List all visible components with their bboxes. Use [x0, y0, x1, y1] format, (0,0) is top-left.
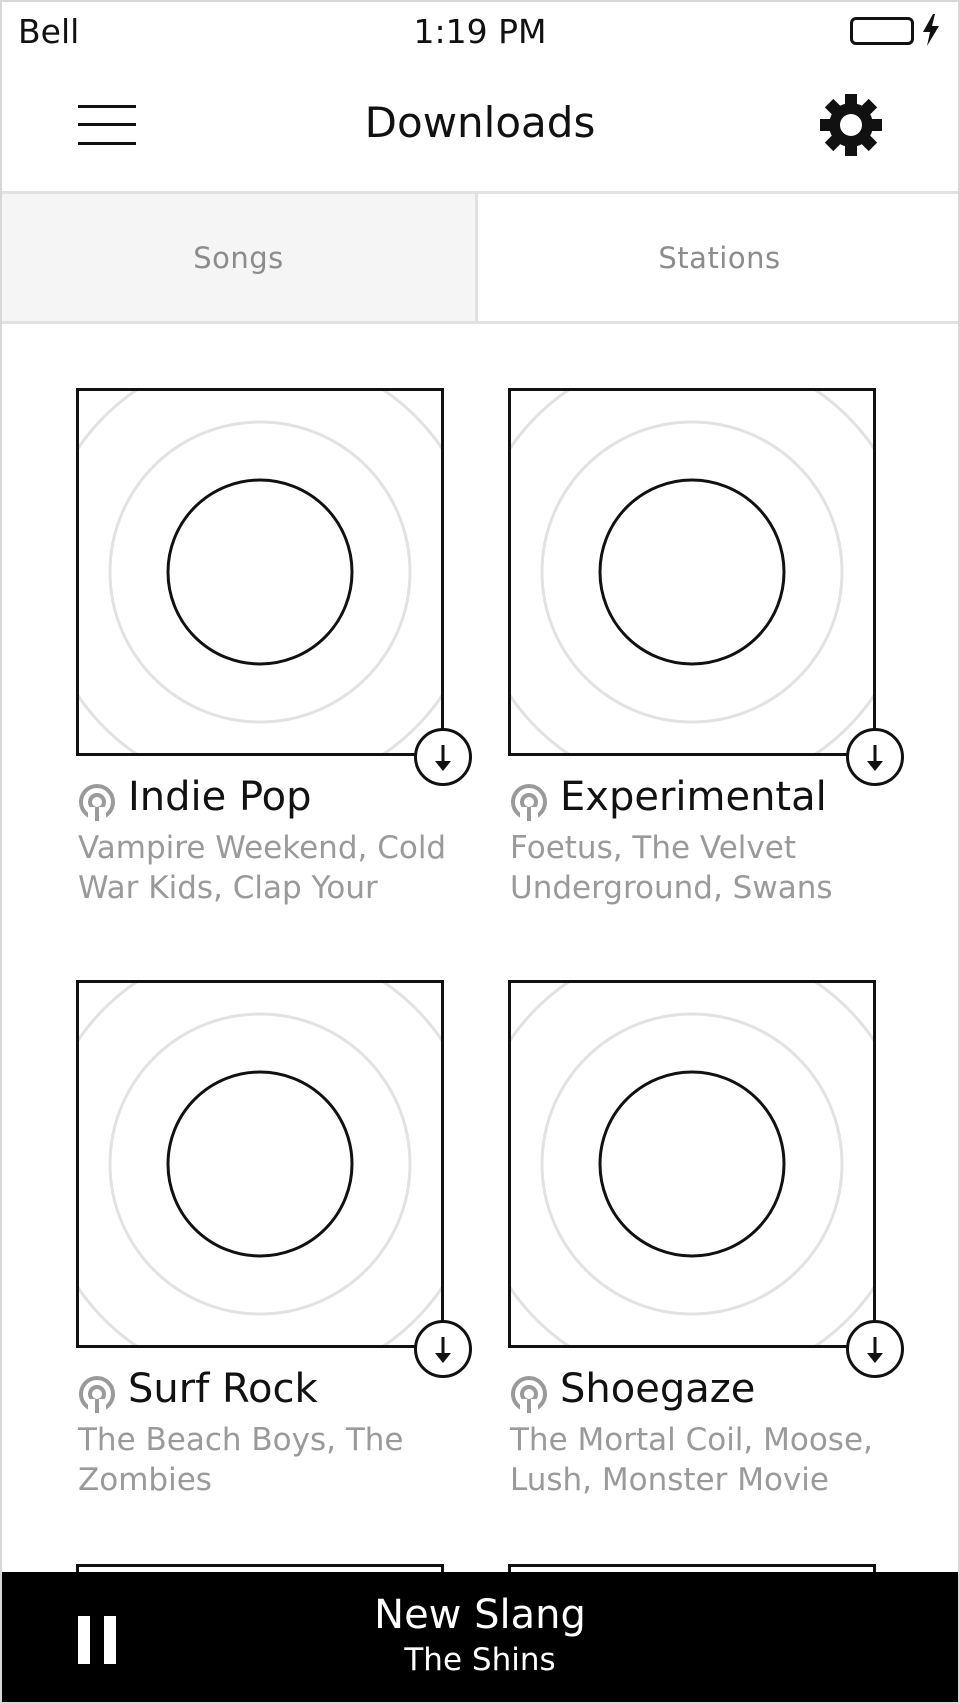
station-title: Surf Rock — [128, 1366, 318, 1412]
station-title: Shoegaze — [560, 1366, 756, 1412]
page-title: Downloads — [364, 98, 596, 147]
station-artists: Foetus, The Velvet Underground, Swans — [510, 830, 833, 906]
tab-stations[interactable]: Stations — [481, 194, 958, 321]
now-playing-title: New Slang — [374, 1592, 586, 1638]
station-artists: The Beach Boys, The Zombies — [78, 1422, 404, 1498]
station-artwork — [508, 980, 876, 1348]
battery-icon — [850, 17, 914, 45]
tab-bar: Songs Stations — [2, 194, 958, 324]
station-card-experimental[interactable]: Experimental Foetus, The Velvet Undergro… — [508, 388, 908, 906]
station-title: Indie Pop — [128, 774, 312, 820]
station-artists: Vampire Weekend, Cold War Kids, Clap You… — [78, 830, 447, 906]
station-card-surf-rock[interactable]: Surf Rock The Beach Boys, The Zombies — [76, 980, 476, 1498]
station-artwork — [76, 388, 444, 756]
station-artists: The Mortal Coil, Moose, Lush, Monster Mo… — [510, 1422, 873, 1498]
station-artwork — [508, 388, 876, 756]
download-icon[interactable] — [414, 1320, 472, 1378]
status-time: 1:19 PM — [413, 12, 547, 51]
station-title: Experimental — [560, 774, 827, 820]
station-card-indie-pop[interactable]: Indie Pop Vampire Weekend, Cold War Kids… — [76, 388, 476, 906]
gear-icon[interactable] — [820, 94, 882, 156]
now-playing-artist: The Shins — [404, 1642, 556, 1678]
station-card-shoegaze[interactable]: Shoegaze The Mortal Coil, Moose, Lush, M… — [508, 980, 908, 1498]
download-icon[interactable] — [414, 728, 472, 786]
lightning-bolt-icon — [923, 14, 939, 46]
station-broadcast-icon — [79, 784, 115, 821]
app-header: Downloads — [2, 60, 958, 194]
station-artwork — [76, 980, 444, 1348]
station-broadcast-icon — [79, 1376, 115, 1413]
download-icon[interactable] — [846, 1320, 904, 1378]
tab-songs[interactable]: Songs — [2, 194, 478, 321]
download-icon[interactable] — [846, 728, 904, 786]
station-broadcast-icon — [511, 784, 547, 821]
station-broadcast-icon — [511, 1376, 547, 1413]
now-playing-bar[interactable]: New Slang The Shins — [2, 1572, 958, 1702]
app-screen: Bell 1:19 PM Downloads Songs Stations In… — [0, 0, 960, 1704]
status-bar: Bell 1:19 PM — [2, 2, 958, 60]
